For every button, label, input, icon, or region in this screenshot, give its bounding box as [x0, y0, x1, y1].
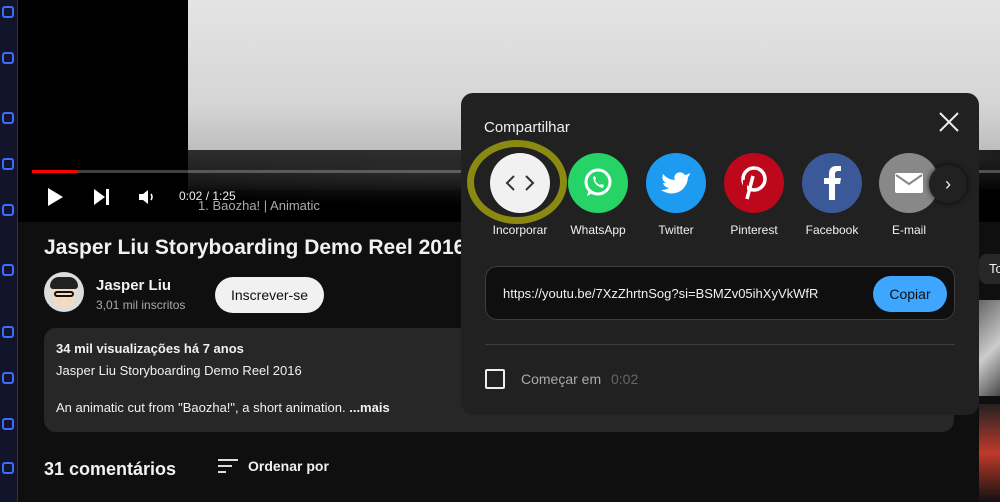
avatar-hair — [50, 277, 78, 289]
filter-chip[interactable]: To — [979, 254, 1000, 284]
subscribe-button[interactable]: Inscrever-se — [215, 277, 324, 313]
video-thumbnail[interactable] — [979, 404, 1000, 502]
start-time-input[interactable]: 0:02 — [611, 371, 638, 387]
share-facebook-button[interactable]: Facebook — [792, 153, 872, 237]
volume-icon[interactable] — [138, 189, 156, 205]
chevron-right-icon[interactable]: › — [929, 165, 967, 203]
subscriber-count: 3,01 mil inscritos — [96, 298, 186, 312]
description-line: An animatic cut from "Baozha!", a short … — [56, 400, 346, 415]
twitter-icon — [646, 153, 706, 213]
comments-count: 31 comentários — [44, 459, 177, 479]
extension-icon[interactable] — [2, 326, 14, 338]
avatar[interactable] — [44, 272, 84, 312]
share-label: WhatsApp — [570, 223, 626, 237]
whatsapp-icon — [568, 153, 628, 213]
facebook-icon — [802, 153, 862, 213]
extension-icon[interactable] — [2, 6, 14, 18]
extension-icon[interactable] — [2, 112, 14, 124]
next-icon[interactable] — [93, 188, 111, 206]
more-link[interactable]: ...mais — [349, 400, 389, 415]
dialog-title: Compartilhar — [484, 119, 570, 136]
share-label: E-mail — [891, 223, 926, 237]
share-url[interactable]: https://youtu.be/7XzZhrtnSog?si=BSMZv05i… — [503, 286, 818, 301]
extension-icon[interactable] — [2, 462, 14, 474]
sort-icon — [218, 459, 238, 473]
extension-icon[interactable] — [2, 204, 14, 216]
chapter-title[interactable]: 1. Baozha! | Animatic — [198, 198, 320, 213]
copy-button[interactable]: Copiar — [873, 276, 947, 312]
play-icon[interactable] — [46, 187, 64, 207]
divider — [485, 344, 955, 345]
extension-icon[interactable] — [2, 418, 14, 430]
share-label: Facebook — [805, 223, 859, 237]
share-pinterest-button[interactable]: Pinterest — [714, 153, 794, 237]
extension-sidebar — [0, 0, 18, 502]
annotation-circle — [467, 140, 567, 224]
start-at-label: Começar em — [521, 371, 602, 387]
share-label: Twitter — [658, 223, 694, 237]
share-twitter-button[interactable]: Twitter — [636, 153, 716, 237]
video-title: Jasper Liu Storyboarding Demo Reel 2016 — [44, 236, 464, 259]
share-whatsapp-button[interactable]: WhatsApp — [558, 153, 638, 237]
share-url-field[interactable]: https://youtu.be/7XzZhrtnSog?si=BSMZv05i… — [485, 266, 955, 320]
channel-name[interactable]: Jasper Liu — [96, 277, 171, 294]
extension-icon[interactable] — [2, 52, 14, 64]
extension-icon[interactable] — [2, 264, 14, 276]
extension-icon[interactable] — [2, 158, 14, 170]
start-at-checkbox[interactable] — [485, 369, 505, 389]
close-icon[interactable] — [936, 111, 962, 137]
sort-label: Ordenar por — [248, 458, 329, 474]
extension-icon[interactable] — [2, 372, 14, 384]
share-dialog: Compartilhar Incorporar WhatsApp Twitter — [461, 93, 979, 415]
youtube-watch-page: 0:02 / 1:25 1. Baozha! | Animatic Jasper… — [0, 0, 1000, 502]
pinterest-icon — [724, 153, 784, 213]
sort-button[interactable]: Ordenar por — [218, 458, 329, 474]
share-label: Incorporar — [492, 223, 548, 237]
progress-fill — [32, 170, 78, 173]
share-label: Pinterest — [730, 223, 778, 237]
avatar-glasses — [54, 291, 74, 297]
video-thumbnail[interactable] — [979, 300, 1000, 396]
